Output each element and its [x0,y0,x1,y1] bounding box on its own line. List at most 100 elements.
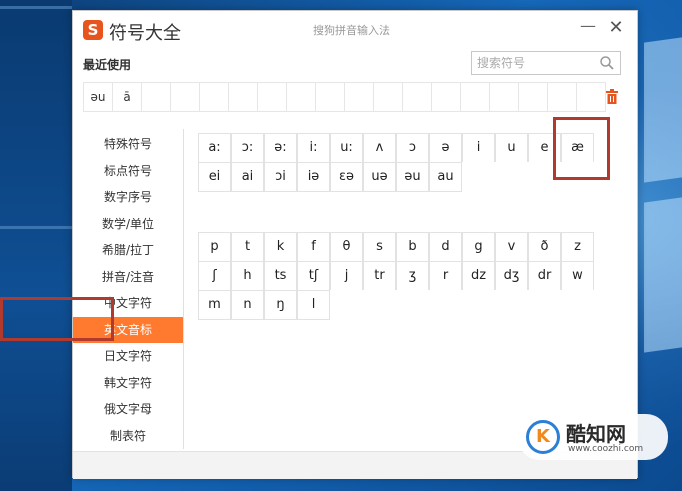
windows-logo-pane [644,37,682,183]
recent-symbol-cell[interactable] [518,82,548,112]
symbol-cell[interactable]: e [528,133,561,163]
sidebar-item[interactable]: 数字序号 [73,184,183,210]
symbol-cell[interactable]: θ [330,232,363,262]
symbol-cell[interactable]: a: [198,133,231,163]
recent-symbol-cell[interactable] [576,82,606,112]
empty-cell [462,162,495,192]
recent-symbol-cell[interactable] [315,82,345,112]
symbol-cell[interactable]: ə: [264,133,297,163]
recent-symbol-cell[interactable] [344,82,374,112]
recent-symbol-cell[interactable] [547,82,577,112]
symbol-cell[interactable]: d [429,232,462,262]
symbol-cell[interactable]: h [231,261,264,291]
recent-symbol-cell[interactable]: əu [83,82,113,112]
title-bar[interactable]: S 符号大全 搜狗拼音输入法 — ✕ [73,11,637,47]
symbol-cell[interactable]: tr [363,261,396,291]
symbol-cell[interactable]: m [198,290,231,320]
recent-symbol-cell[interactable]: ā [112,82,142,112]
symbol-cell[interactable]: p [198,232,231,262]
symbol-cell[interactable]: ts [264,261,297,291]
symbol-cell[interactable]: au [429,162,462,192]
symbol-cell[interactable]: b [396,232,429,262]
empty-cell [495,162,528,192]
symbol-cell[interactable]: ai [231,162,264,192]
sidebar-item[interactable]: 俄文字母 [73,396,183,422]
search-input[interactable] [472,52,592,74]
symbol-cell[interactable]: dz [462,261,495,291]
symbol-cell[interactable]: iə [297,162,330,192]
recent-symbol-cell[interactable] [141,82,171,112]
trash-icon[interactable] [605,89,619,105]
symbol-cell[interactable]: u: [330,133,363,163]
recent-symbol-cell[interactable] [431,82,461,112]
recent-symbol-cell[interactable] [489,82,519,112]
windows-logo-pane [644,197,682,353]
symbol-cell[interactable]: i: [297,133,330,163]
watermark-url: www.coozhi.com [568,444,644,454]
recent-symbol-cell[interactable] [228,82,258,112]
sidebar-item[interactable]: 标点符号 [73,158,183,184]
symbol-cell[interactable]: u [495,133,528,163]
symbol-cell[interactable]: r [429,261,462,291]
symbol-cell[interactable]: ei [198,162,231,192]
symbol-cell[interactable]: f [297,232,330,262]
symbol-cell[interactable]: ʌ [363,133,396,163]
symbol-cell[interactable]: ʃ [198,261,231,291]
symbol-cell[interactable]: i [462,133,495,163]
symbol-cell[interactable]: l [297,290,330,320]
recent-symbol-cell[interactable] [286,82,316,112]
recent-symbol-cell[interactable] [460,82,490,112]
sidebar-item[interactable]: 特殊符号 [73,131,183,157]
sidebar-item[interactable]: 韩文字符 [73,370,183,396]
recent-label: 最近使用 [83,58,132,72]
symbol-cell[interactable]: t [231,232,264,262]
desktop-left-strip [0,0,72,491]
sidebar-item[interactable]: 数学/单位 [73,211,183,237]
search-icon[interactable] [599,55,615,71]
ime-name: 搜狗拼音输入法 [313,24,390,37]
recent-symbol-cell[interactable] [402,82,432,112]
sidebar-item[interactable]: 中文字符 [73,290,183,316]
symbol-cell[interactable]: w [561,261,594,291]
symbol-cell[interactable]: ɔ: [231,133,264,163]
symbol-cell[interactable]: ð [528,232,561,262]
symbol-cell[interactable]: ə [429,133,462,163]
symbol-cell[interactable]: g [462,232,495,262]
symbol-cell[interactable]: ɔi [264,162,297,192]
symbol-cell[interactable]: j [330,261,363,291]
consonant-grid: p t k f θ s b d g v ð z ʃ h ts tʃ j tr ʒ r dz dʒ dr w m n ŋ l [198,232,594,320]
sidebar-item[interactable]: 希腊/拉丁 [73,237,183,263]
recent-symbol-cell[interactable] [199,82,229,112]
symbol-cell[interactable]: əu [396,162,429,192]
symbol-cell[interactable]: ŋ [264,290,297,320]
sidebar-item[interactable]: 制表符 [73,423,183,449]
empty-cell [396,290,429,320]
empty-cell [495,290,528,320]
watermark: K 酷知网 www.coozhi.com [518,414,668,460]
sidebar-divider [183,129,184,449]
symbol-cell[interactable]: n [231,290,264,320]
symbol-cell[interactable]: ɔ [396,133,429,163]
symbol-cell[interactable]: k [264,232,297,262]
symbol-cell[interactable]: z [561,232,594,262]
sidebar-item[interactable]: 日文字符 [73,343,183,369]
symbol-cell[interactable]: ʒ [396,261,429,291]
symbol-cell[interactable]: dʒ [495,261,528,291]
symbol-cell[interactable]: æ [561,133,594,163]
sidebar-item[interactable]: 英文音标 [73,316,183,343]
watermark-name: 酷知网 [566,422,626,446]
sidebar-item[interactable]: 拼音/注音 [73,264,183,290]
symbol-cell[interactable]: v [495,232,528,262]
vowel-grid: a: ɔ: ə: i: u: ʌ ɔ ə i u e æ ei ai ɔi iə ɛə uə əu au [198,133,594,192]
close-button[interactable]: ✕ [607,19,625,37]
symbol-cell[interactable]: s [363,232,396,262]
symbol-cell[interactable]: ɛə [330,162,363,192]
recent-symbol-cell[interactable] [257,82,287,112]
recent-symbol-cell[interactable] [170,82,200,112]
symbol-cell[interactable]: tʃ [297,261,330,291]
search-box[interactable] [471,51,621,75]
symbol-cell[interactable]: uə [363,162,396,192]
recent-symbol-cell[interactable] [373,82,403,112]
minimize-button[interactable]: — [579,18,597,37]
symbol-cell[interactable]: dr [528,261,561,291]
